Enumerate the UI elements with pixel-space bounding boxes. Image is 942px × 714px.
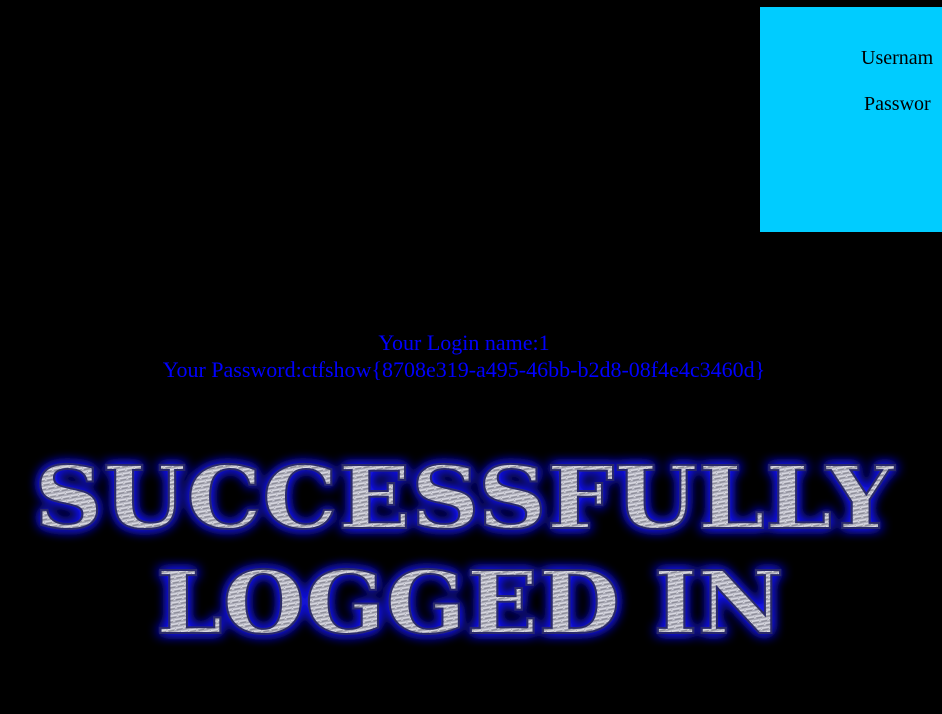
banner-line-2: LOGGED IN [156, 553, 784, 654]
password-message: Your Password:ctfshow{8708e319-a495-46bb… [162, 357, 766, 382]
password-label: Passwor [864, 93, 931, 115]
username-label: Usernam [861, 47, 934, 69]
login-name-message: Your Login name:1 [378, 330, 550, 355]
success-banner-graphic: SUCCESSFULLY LOGGED IN [33, 447, 897, 655]
login-panel: Usernam Passwor [760, 7, 942, 232]
success-banner: SUCCESSFULLY LOGGED IN [0, 440, 928, 660]
banner-line-1: SUCCESSFULLY [34, 448, 896, 549]
